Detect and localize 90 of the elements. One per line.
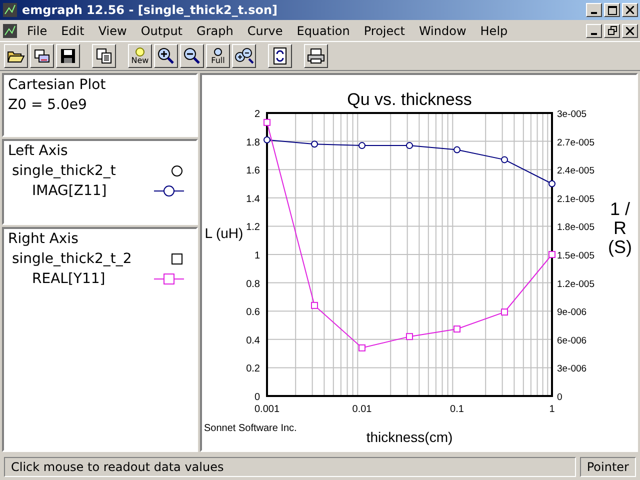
- y2-tick-label: 9e-006: [557, 307, 587, 318]
- y-tick-label: 0.2: [246, 364, 260, 375]
- y2-tick-label: 1.2e-005: [557, 278, 595, 290]
- menu-item[interactable]: Edit: [54, 24, 92, 38]
- axis-title: Left Axis: [8, 143, 69, 159]
- copy-icon[interactable]: [92, 44, 116, 68]
- menu-item[interactable]: Help: [473, 24, 515, 38]
- point: [358, 344, 366, 352]
- toolbar-button[interactable]: Full: [206, 44, 230, 68]
- y-tick-label: 0: [254, 392, 260, 403]
- y2-tick-label: 3e-006: [557, 364, 587, 375]
- minimize-button[interactable]: [586, 24, 602, 38]
- y2-tick-label: 3e-005: [557, 109, 587, 120]
- point: [454, 326, 460, 333]
- y2-tick-label: 1.8e-005: [557, 222, 595, 234]
- x-tick-label: 1: [549, 404, 555, 415]
- point: [264, 136, 270, 144]
- point: [548, 180, 556, 188]
- y2-tick-label: 2.7e-005: [557, 137, 595, 148]
- minimize-button[interactable]: [586, 3, 602, 17]
- point: [311, 302, 318, 309]
- point: [406, 333, 413, 340]
- point: [406, 142, 413, 150]
- point: [454, 146, 460, 154]
- x-tick-label: 0.1: [450, 404, 464, 415]
- y-tick-label: 1.8: [246, 137, 260, 148]
- menu-item[interactable]: Output: [134, 24, 190, 38]
- point: [264, 118, 270, 126]
- app-icon: [2, 2, 18, 18]
- restore-button[interactable]: [604, 24, 620, 38]
- zoom-in-icon[interactable]: [154, 44, 178, 68]
- curve-name: IMAG[Z11]: [32, 183, 107, 199]
- menu-item[interactable]: Curve: [240, 24, 290, 38]
- close-icon: [626, 26, 634, 34]
- minimize-icon: [591, 32, 597, 34]
- file-name: single_thick2_t: [12, 163, 116, 179]
- chart-title: Qu vs. thickness: [347, 90, 472, 109]
- toolbar-button[interactable]: New: [128, 44, 152, 68]
- folder-icon[interactable]: [4, 44, 28, 68]
- y-tick-label: 0.4: [246, 335, 260, 346]
- menu-item[interactable]: Project: [356, 24, 412, 38]
- menu-item[interactable]: View: [91, 24, 134, 38]
- y-tick-label: 0.6: [246, 307, 260, 318]
- maximize-icon: [608, 6, 616, 14]
- axis-title: Right Axis: [8, 231, 80, 247]
- file-name: single_thick2_t_2: [12, 251, 132, 267]
- close-button[interactable]: [622, 24, 638, 38]
- y2-tick-label: 6e-006: [557, 335, 587, 346]
- zoom-out-icon[interactable]: [180, 44, 204, 68]
- point: [548, 251, 556, 258]
- y2-tick-label: 2.1e-005: [557, 194, 595, 205]
- x-tick-label: 0.01: [352, 404, 372, 415]
- y-tick-label: 1.2: [246, 222, 260, 234]
- point: [501, 308, 508, 316]
- point: [501, 156, 508, 164]
- point: [311, 140, 318, 148]
- y-tick-label: 1.4: [246, 194, 260, 205]
- x-axis-label: thickness(cm): [366, 429, 453, 445]
- menu-item[interactable]: File: [20, 24, 54, 38]
- menu-item[interactable]: Window: [412, 24, 474, 38]
- y-axis-label: L (uH): [204, 225, 244, 242]
- document-icon[interactable]: [2, 22, 20, 38]
- menu-item[interactable]: Equation: [290, 24, 357, 38]
- refresh-icon[interactable]: [268, 44, 292, 68]
- status-message: Click mouse to readout data values: [4, 457, 576, 477]
- floppy-icon[interactable]: [56, 44, 80, 68]
- y-tick-label: 2: [254, 109, 260, 120]
- point: [358, 142, 366, 150]
- y2-axis-label: 1 / R (S): [607, 200, 633, 257]
- close-button[interactable]: [622, 3, 638, 17]
- restore-icon: [608, 26, 616, 35]
- y-tick-label: 0.8: [246, 278, 260, 290]
- window-title: emgraph 12.56 - [single_thick2_t.son]: [22, 3, 279, 17]
- menu-item[interactable]: Graph: [190, 24, 240, 38]
- folders-icon[interactable]: [30, 44, 54, 68]
- y2-tick-label: 1.5e-005: [557, 250, 595, 262]
- printer-icon[interactable]: [304, 44, 328, 68]
- y2-tick-label: 2.4e-005: [557, 166, 595, 177]
- z0-value: Z0 = 5.0e9: [8, 97, 88, 113]
- y2-tick-label: 0: [557, 392, 562, 403]
- y-tick-label: 1.6: [246, 166, 260, 177]
- magnifiers-icon[interactable]: [232, 44, 256, 68]
- maximize-button[interactable]: [604, 3, 620, 17]
- x-tick-label: 0.001: [254, 404, 280, 415]
- curve-name: REAL[Y11]: [32, 271, 106, 287]
- close-icon: [626, 6, 634, 14]
- y-tick-label: 1: [254, 250, 260, 262]
- status-mode: Pointer: [580, 457, 636, 477]
- plot-type: Cartesian Plot: [8, 77, 107, 93]
- credit-text: Sonnet Software Inc.: [203, 423, 297, 434]
